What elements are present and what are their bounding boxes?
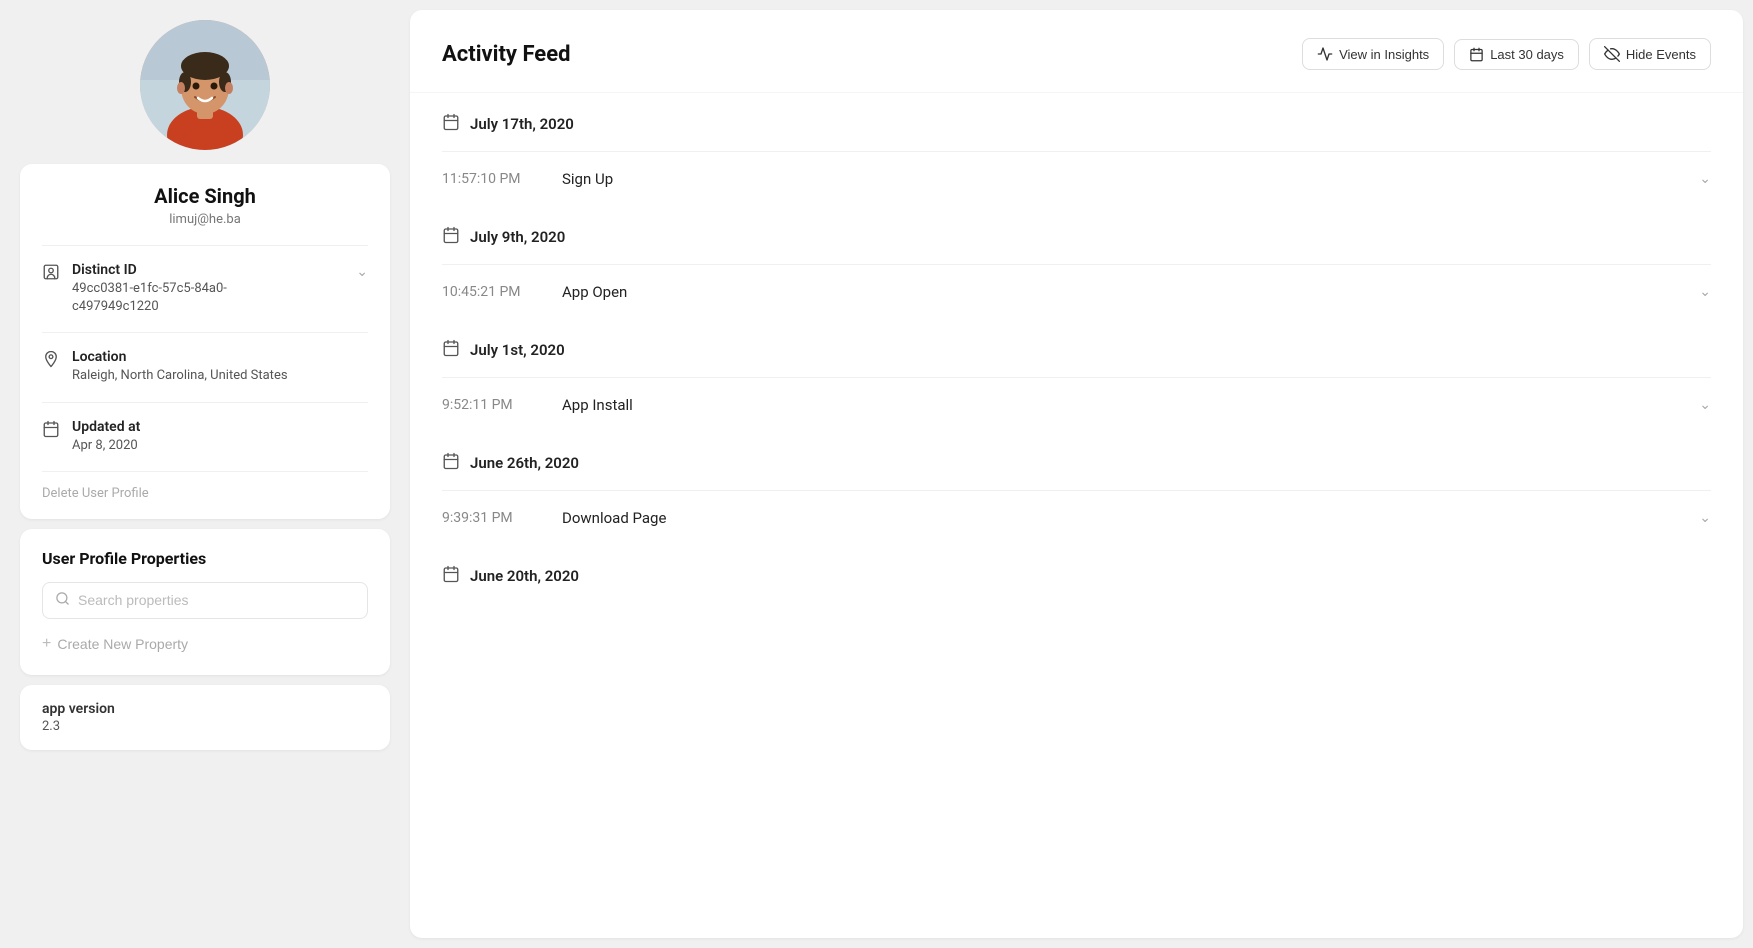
- profile-email: limuj@he.ba: [42, 212, 368, 227]
- location-label: Location: [72, 349, 368, 365]
- date-label: July 17th, 2020: [470, 115, 574, 133]
- date-calendar-icon: [442, 452, 460, 474]
- date-label: June 26th, 2020: [470, 454, 579, 472]
- event-time: 9:39:31 PM: [442, 510, 562, 526]
- right-panel: Activity Feed View in Insights Last 30 d…: [410, 10, 1743, 938]
- insights-icon: [1317, 46, 1333, 62]
- activity-header: Activity Feed View in Insights Last 30 d…: [410, 10, 1743, 93]
- distinct-id-value: 49cc0381-e1fc-57c5-84a0-c497949c1220: [72, 280, 368, 316]
- event-expand-icon[interactable]: ⌄: [1699, 397, 1711, 413]
- date-header: July 17th, 2020: [442, 113, 1711, 151]
- create-property-plus-icon: +: [42, 635, 51, 653]
- date-range-button[interactable]: Last 30 days: [1454, 39, 1579, 70]
- location-value: Raleigh, North Carolina, United States: [72, 367, 368, 385]
- search-properties-input[interactable]: [78, 592, 355, 608]
- event-name: Sign Up: [562, 170, 1699, 188]
- date-label: June 20th, 2020: [470, 567, 579, 585]
- event-row[interactable]: 11:57:10 PM Sign Up ⌄: [442, 151, 1711, 206]
- event-expand-icon[interactable]: ⌄: [1699, 284, 1711, 300]
- date-calendar-icon: [442, 113, 460, 135]
- date-group: July 17th, 2020 11:57:10 PM Sign Up ⌄: [410, 93, 1743, 206]
- delete-profile-link[interactable]: Delete User Profile: [42, 471, 368, 501]
- activity-actions: View in Insights Last 30 days: [1302, 38, 1711, 70]
- activity-feed-title: Activity Feed: [442, 42, 570, 67]
- distinct-id-label: Distinct ID: [72, 262, 137, 278]
- location-field: Location Raleigh, North Carolina, United…: [42, 332, 368, 401]
- date-header: June 20th, 2020: [442, 565, 1711, 603]
- event-time: 10:45:21 PM: [442, 284, 562, 300]
- date-header: June 26th, 2020: [442, 452, 1711, 490]
- event-expand-icon[interactable]: ⌄: [1699, 171, 1711, 187]
- event-row[interactable]: 9:39:31 PM Download Page ⌄: [442, 490, 1711, 545]
- profile-card: Alice Singh limuj@he.ba Distinct ID ⌄ 49…: [20, 164, 390, 519]
- updated-at-label: Updated at: [72, 419, 368, 435]
- date-calendar-icon: [442, 565, 460, 587]
- hide-icon: [1604, 46, 1620, 62]
- date-label: July 9th, 2020: [470, 228, 565, 246]
- updated-at-field: Updated at Apr 8, 2020: [42, 402, 368, 471]
- event-row[interactable]: 10:45:21 PM App Open ⌄: [442, 264, 1711, 319]
- event-time: 11:57:10 PM: [442, 171, 562, 187]
- date-group: July 9th, 2020 10:45:21 PM App Open ⌄: [410, 206, 1743, 319]
- date-header: July 9th, 2020: [442, 226, 1711, 264]
- date-range-label: Last 30 days: [1490, 47, 1564, 62]
- event-name: App Install: [562, 396, 1699, 414]
- properties-title: User Profile Properties: [42, 549, 368, 568]
- event-name: Download Page: [562, 509, 1699, 527]
- date-label: July 1st, 2020: [470, 341, 565, 359]
- hide-events-label: Hide Events: [1626, 47, 1696, 62]
- date-group: July 1st, 2020 9:52:11 PM App Install ⌄: [410, 319, 1743, 432]
- create-property-button[interactable]: + Create New Property: [42, 631, 188, 657]
- distinct-id-expand[interactable]: ⌄: [356, 264, 368, 280]
- search-box: [42, 582, 368, 619]
- create-property-label: Create New Property: [57, 636, 188, 652]
- distinct-id-icon: [42, 263, 60, 285]
- app-version-value: 2.3: [42, 719, 368, 734]
- event-time: 9:52:11 PM: [442, 397, 562, 413]
- search-icon: [55, 591, 70, 610]
- date-calendar-icon: [442, 226, 460, 248]
- date-calendar-icon: [442, 339, 460, 361]
- activity-feed-content: July 17th, 2020 11:57:10 PM Sign Up ⌄ Ju…: [410, 93, 1743, 603]
- avatar: [140, 20, 270, 150]
- view-in-insights-button[interactable]: View in Insights: [1302, 38, 1444, 70]
- profile-name: Alice Singh: [42, 184, 368, 208]
- date-group: June 26th, 2020 9:39:31 PM Download Page…: [410, 432, 1743, 545]
- calendar-icon: [1469, 47, 1484, 62]
- app-version-section: app version 2.3: [20, 685, 390, 750]
- event-expand-icon[interactable]: ⌄: [1699, 510, 1711, 526]
- properties-section: User Profile Properties + Create New Pro…: [20, 529, 390, 675]
- date-header: July 1st, 2020: [442, 339, 1711, 377]
- updated-at-value: Apr 8, 2020: [72, 437, 368, 455]
- left-panel: Alice Singh limuj@he.ba Distinct ID ⌄ 49…: [0, 0, 410, 948]
- event-name: App Open: [562, 283, 1699, 301]
- hide-events-button[interactable]: Hide Events: [1589, 38, 1711, 70]
- distinct-id-field: Distinct ID ⌄ 49cc0381-e1fc-57c5-84a0-c4…: [42, 245, 368, 332]
- app-version-label: app version: [42, 701, 368, 717]
- location-icon: [42, 350, 60, 372]
- updated-at-icon: [42, 420, 60, 442]
- date-group: June 20th, 2020: [410, 545, 1743, 603]
- insights-label: View in Insights: [1339, 47, 1429, 62]
- event-row[interactable]: 9:52:11 PM App Install ⌄: [442, 377, 1711, 432]
